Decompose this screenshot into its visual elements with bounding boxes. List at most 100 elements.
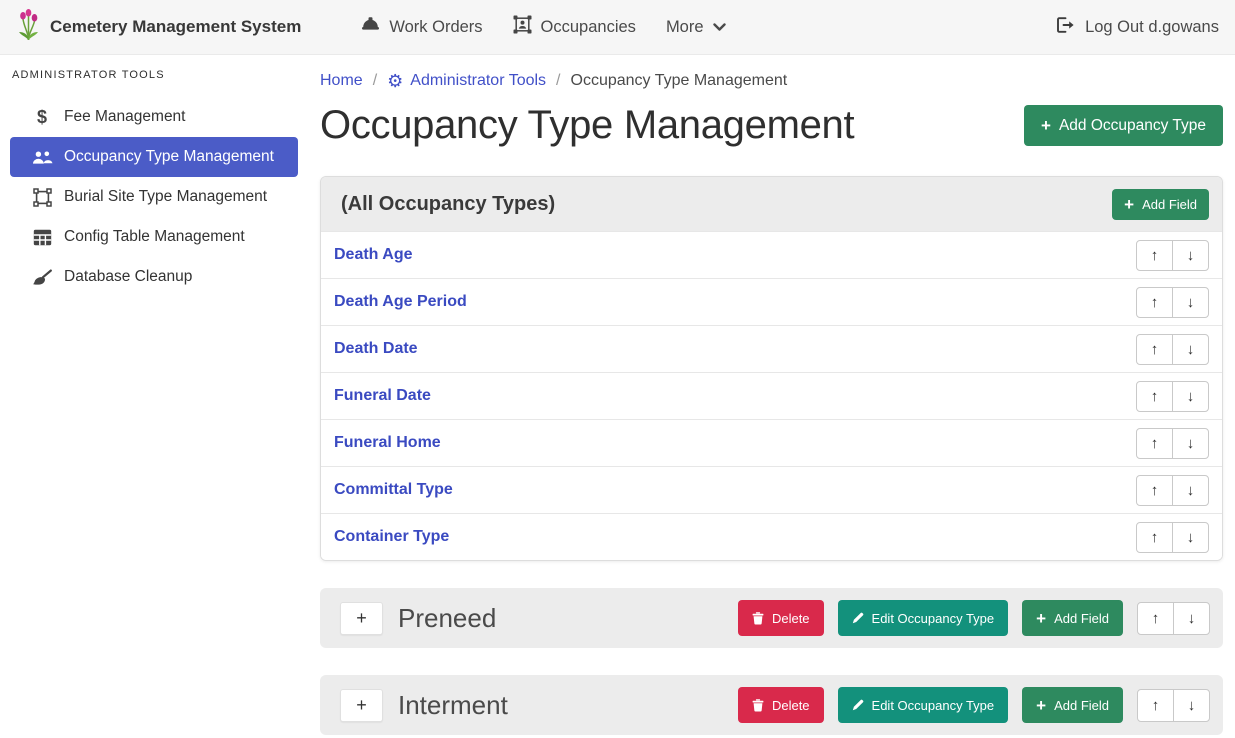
sidebar-item-fee-management[interactable]: $ Fee Management [10, 97, 298, 137]
reorder-controls: ↑ ↓ [1136, 334, 1209, 365]
sidebar-header: ADMINISTRATOR TOOLS [0, 61, 310, 97]
move-up-button[interactable]: ↑ [1136, 428, 1173, 459]
move-down-button[interactable]: ↓ [1172, 475, 1209, 506]
move-down-button[interactable]: ↓ [1172, 334, 1209, 365]
nav-item-label: Occupancies [541, 18, 636, 37]
move-down-button[interactable]: ↓ [1173, 602, 1210, 635]
trash-icon [752, 699, 764, 712]
edit-occupancy-type-button[interactable]: Edit Occupancy Type [838, 600, 1009, 636]
reorder-controls: ↑ ↓ [1136, 428, 1209, 459]
section-title: Interment [398, 690, 508, 721]
logout-icon [1056, 17, 1075, 38]
expand-button[interactable]: + [340, 602, 383, 635]
reorder-controls: ↑ ↓ [1136, 287, 1209, 318]
field-link-death-age[interactable]: Death Age [334, 246, 413, 264]
table-icon [30, 229, 54, 246]
sidebar-item-label: Database Cleanup [64, 268, 192, 286]
move-up-button[interactable]: ↑ [1136, 522, 1173, 553]
pencil-icon [852, 612, 864, 624]
move-up-button[interactable]: ↑ [1137, 689, 1174, 722]
reorder-controls: ↑ ↓ [1137, 689, 1210, 722]
breadcrumb-separator: / [373, 72, 377, 90]
sidebar-item-label: Config Table Management [64, 228, 245, 246]
chevron-down-icon [713, 18, 726, 37]
nav-item-occupancies[interactable]: Occupancies [513, 15, 636, 39]
card-header: (All Occupancy Types) + Add Field [321, 177, 1222, 231]
field-row: Funeral Home ↑ ↓ [321, 419, 1222, 466]
field-link-death-age-period[interactable]: Death Age Period [334, 293, 467, 311]
brand-link[interactable]: Cemetery Management System [16, 8, 301, 46]
sidebar-item-burial-site-type-management[interactable]: Burial Site Type Management [10, 177, 298, 217]
field-row: Container Type ↑ ↓ [321, 513, 1222, 560]
move-down-button[interactable]: ↓ [1172, 240, 1209, 271]
sidebar-item-database-cleanup[interactable]: Database Cleanup [10, 257, 298, 297]
breadcrumb-admin-tools-label: Administrator Tools [410, 72, 546, 90]
field-link-funeral-home[interactable]: Funeral Home [334, 434, 441, 452]
sidebar-item-label: Burial Site Type Management [64, 188, 267, 206]
hard-hat-icon [361, 16, 380, 38]
field-link-container-type[interactable]: Container Type [334, 528, 449, 546]
frame-user-icon [513, 15, 532, 39]
field-link-funeral-date[interactable]: Funeral Date [334, 387, 431, 405]
nav-item-label: More [666, 18, 704, 37]
users-icon [30, 150, 54, 165]
move-down-button[interactable]: ↓ [1172, 522, 1209, 553]
reorder-controls: ↑ ↓ [1136, 381, 1209, 412]
move-up-button[interactable]: ↑ [1136, 381, 1173, 412]
move-up-button[interactable]: ↑ [1137, 602, 1174, 635]
field-link-committal-type[interactable]: Committal Type [334, 481, 453, 499]
breadcrumb: Home / ⚙ Administrator Tools / Occupancy… [320, 72, 1223, 90]
field-row: Committal Type ↑ ↓ [321, 466, 1222, 513]
plus-icon: + [1036, 610, 1046, 627]
pencil-icon [852, 699, 864, 711]
delete-button[interactable]: Delete [738, 687, 824, 723]
trash-icon [752, 612, 764, 625]
move-up-button[interactable]: ↑ [1136, 240, 1173, 271]
card-title: (All Occupancy Types) [341, 193, 555, 216]
field-row: Death Age ↑ ↓ [321, 231, 1222, 278]
top-navbar: Cemetery Management System Work Orders [0, 0, 1235, 55]
plus-icon: + [1036, 697, 1046, 714]
add-field-button[interactable]: + Add Field [1022, 687, 1123, 723]
nav-links: Work Orders Occupancies M [331, 15, 725, 39]
move-up-button[interactable]: ↑ [1136, 287, 1173, 318]
move-down-button[interactable]: ↓ [1172, 381, 1209, 412]
expand-button[interactable]: + [340, 689, 383, 722]
all-occupancy-types-card: (All Occupancy Types) + Add Field Death … [320, 176, 1223, 561]
brand-title: Cemetery Management System [50, 17, 301, 37]
reorder-controls: ↑ ↓ [1136, 522, 1209, 553]
field-row: Death Age Period ↑ ↓ [321, 278, 1222, 325]
add-field-button[interactable]: + Add Field [1112, 189, 1209, 220]
field-row: Death Date ↑ ↓ [321, 325, 1222, 372]
logout-link[interactable]: Log Out d.gowans [1056, 17, 1219, 38]
tulip-logo-icon [16, 8, 41, 46]
section-interment: + Interment Delete [320, 675, 1223, 735]
section-preneed: + Preneed Delete E [320, 588, 1223, 648]
nav-item-work-orders[interactable]: Work Orders [361, 16, 482, 38]
move-down-button[interactable]: ↓ [1172, 287, 1209, 318]
nav-item-more[interactable]: More [666, 18, 726, 37]
breadcrumb-home-link[interactable]: Home [320, 72, 363, 90]
field-row: Funeral Date ↑ ↓ [321, 372, 1222, 419]
plus-icon: + [1124, 196, 1134, 213]
logout-label: Log Out d.gowans [1085, 18, 1219, 37]
add-field-button[interactable]: + Add Field [1022, 600, 1123, 636]
move-up-button[interactable]: ↑ [1136, 334, 1173, 365]
edit-occupancy-type-button[interactable]: Edit Occupancy Type [838, 687, 1009, 723]
main-content: Home / ⚙ Administrator Tools / Occupancy… [310, 55, 1235, 738]
field-link-death-date[interactable]: Death Date [334, 340, 418, 358]
delete-button[interactable]: Delete [738, 600, 824, 636]
move-down-button[interactable]: ↓ [1173, 689, 1210, 722]
move-down-button[interactable]: ↓ [1172, 428, 1209, 459]
move-up-button[interactable]: ↑ [1136, 475, 1173, 506]
breadcrumb-admin-tools-link[interactable]: ⚙ Administrator Tools [387, 72, 546, 90]
reorder-controls: ↑ ↓ [1136, 240, 1209, 271]
admin-sidebar: ADMINISTRATOR TOOLS $ Fee Management Occ… [0, 55, 310, 738]
sidebar-item-occupancy-type-management[interactable]: Occupancy Type Management [10, 137, 298, 177]
breadcrumb-current: Occupancy Type Management [571, 72, 788, 90]
section-title: Preneed [398, 603, 496, 634]
plus-icon: + [1041, 117, 1051, 134]
add-occupancy-type-button[interactable]: + Add Occupancy Type [1024, 105, 1223, 146]
nav-item-label: Work Orders [389, 18, 482, 37]
sidebar-item-config-table-management[interactable]: Config Table Management [10, 217, 298, 257]
